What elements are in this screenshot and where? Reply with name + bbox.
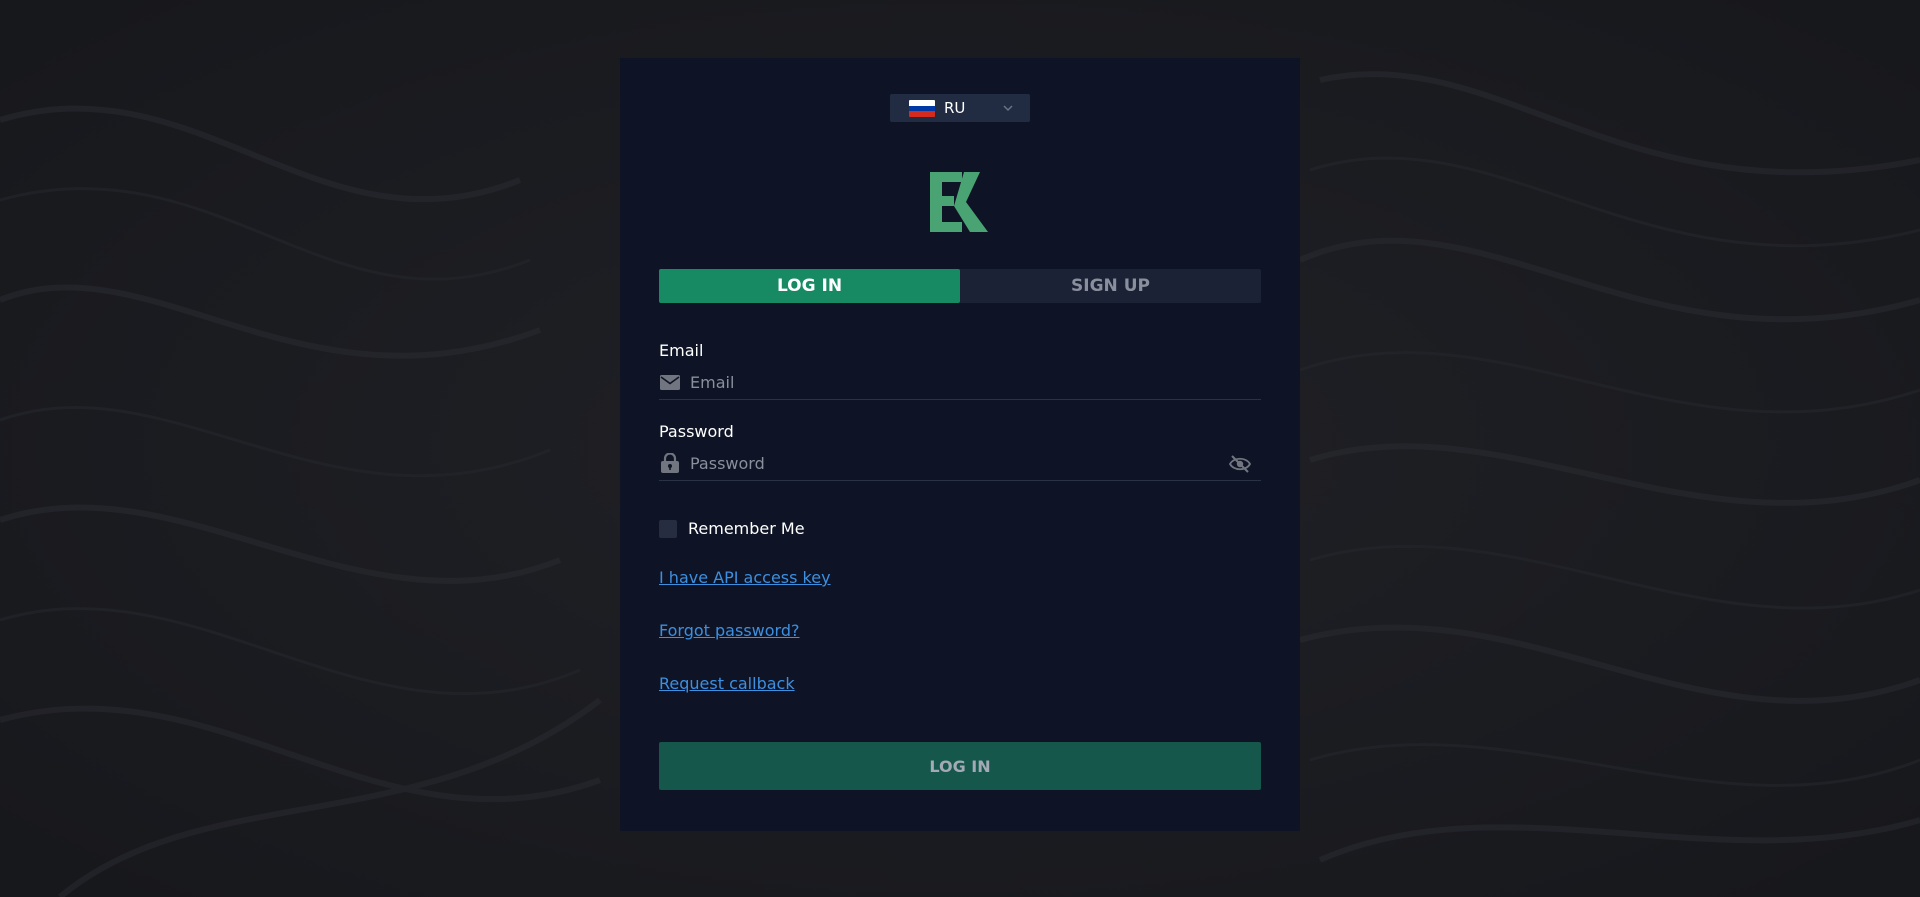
envelope-icon: [660, 375, 680, 390]
remember-me: Remember Me: [659, 519, 805, 538]
email-field-wrapper: [659, 367, 1261, 400]
login-submit-button[interactable]: LOG IN: [659, 742, 1261, 790]
password-field-wrapper: [659, 448, 1261, 481]
password-input[interactable]: [690, 451, 1210, 475]
language-code: RU: [944, 99, 966, 117]
forgot-password-link[interactable]: Forgot password?: [659, 621, 799, 640]
remember-me-checkbox[interactable]: [659, 519, 677, 538]
tab-log-in[interactable]: LOG IN: [659, 269, 960, 303]
language-selector[interactable]: RU: [890, 94, 1030, 122]
remember-me-label: Remember Me: [688, 519, 805, 538]
login-card: RU LOG IN SIGN UP Email Password: [620, 58, 1300, 831]
lock-icon: [661, 453, 679, 473]
ek-logo-icon: [930, 172, 988, 232]
email-label: Email: [659, 341, 704, 360]
password-label: Password: [659, 422, 734, 441]
tab-sign-up[interactable]: SIGN UP: [960, 269, 1261, 303]
auth-tabs: LOG IN SIGN UP: [659, 269, 1261, 303]
request-callback-link[interactable]: Request callback: [659, 674, 795, 693]
email-input[interactable]: [690, 370, 1210, 394]
api-access-key-link[interactable]: I have API access key: [659, 568, 831, 587]
chevron-down-icon: [1003, 105, 1013, 112]
eye-slash-icon[interactable]: [1229, 454, 1251, 474]
russia-flag-icon: [909, 100, 935, 117]
